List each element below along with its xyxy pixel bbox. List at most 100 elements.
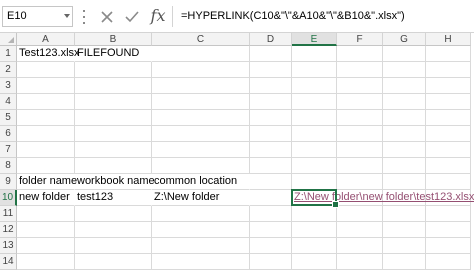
- name-box[interactable]: E10: [2, 6, 73, 27]
- cell-b12[interactable]: [75, 222, 152, 238]
- cell-b2[interactable]: [75, 62, 152, 78]
- column-header-g[interactable]: G: [383, 33, 426, 46]
- cell-b14[interactable]: [75, 254, 152, 270]
- cell-b5[interactable]: [75, 110, 152, 126]
- cell-e2[interactable]: [292, 62, 337, 78]
- cell-a1[interactable]: Test123.xlsx: [17, 46, 80, 62]
- cell-h11[interactable]: [426, 206, 471, 222]
- row-header-10[interactable]: 10: [0, 190, 17, 206]
- cell-b8[interactable]: [75, 158, 152, 174]
- cell-g3[interactable]: [383, 78, 426, 94]
- column-header-c[interactable]: C: [152, 33, 250, 46]
- cell-b13[interactable]: [75, 238, 152, 254]
- cell-f6[interactable]: [337, 126, 383, 142]
- cell-e4[interactable]: [292, 94, 337, 110]
- cell-f11[interactable]: [337, 206, 383, 222]
- row-header-11[interactable]: 11: [0, 206, 17, 222]
- cell-b4[interactable]: [75, 94, 152, 110]
- column-header-f[interactable]: F: [337, 33, 383, 46]
- cell-c12[interactable]: [152, 222, 250, 238]
- cell-g5[interactable]: [383, 110, 426, 126]
- cell-h9[interactable]: [426, 174, 471, 190]
- cell-c9[interactable]: common location: [152, 174, 250, 190]
- cell-f3[interactable]: [337, 78, 383, 94]
- cell-d11[interactable]: [250, 206, 292, 222]
- cell-f7[interactable]: [337, 142, 383, 158]
- cell-h6[interactable]: [426, 126, 471, 142]
- cell-a11[interactable]: [17, 206, 75, 222]
- cell-c2[interactable]: [152, 62, 250, 78]
- cell-d6[interactable]: [250, 126, 292, 142]
- cell-c8[interactable]: [152, 158, 250, 174]
- cell-e13[interactable]: [292, 238, 337, 254]
- cell-g11[interactable]: [383, 206, 426, 222]
- column-header-e[interactable]: E: [292, 33, 337, 46]
- cell-g8[interactable]: [383, 158, 426, 174]
- row-header-13[interactable]: 13: [0, 238, 17, 254]
- cell-c1[interactable]: [152, 46, 250, 62]
- cell-f9[interactable]: [337, 174, 383, 190]
- cell-d3[interactable]: [250, 78, 292, 94]
- cell-e8[interactable]: [292, 158, 337, 174]
- cell-a9[interactable]: folder name: [17, 174, 77, 190]
- enter-button[interactable]: [121, 7, 143, 27]
- column-header-d[interactable]: D: [250, 33, 292, 46]
- cell-a2[interactable]: [17, 62, 75, 78]
- spreadsheet-grid[interactable]: A B C D E F G H 1 Test123.xlsx FILEFOUND 2 3 4 5 6 7 8 9 fo…: [0, 33, 474, 270]
- cell-g14[interactable]: [383, 254, 426, 270]
- cell-e6[interactable]: [292, 126, 337, 142]
- row-header-4[interactable]: 4: [0, 94, 17, 110]
- cell-b3[interactable]: [75, 78, 152, 94]
- cell-e11[interactable]: [292, 206, 337, 222]
- row-header-7[interactable]: 7: [0, 142, 17, 158]
- formula-bar-grip-icon[interactable]: [83, 10, 86, 24]
- row-header-3[interactable]: 3: [0, 78, 17, 94]
- cell-g7[interactable]: [383, 142, 426, 158]
- cell-h5[interactable]: [426, 110, 471, 126]
- formula-input[interactable]: =HYPERLINK(C10&"\"&A10&"\"&B10&".xlsx"): [172, 6, 474, 27]
- cell-a4[interactable]: [17, 94, 75, 110]
- row-header-12[interactable]: 12: [0, 222, 17, 238]
- cell-b9[interactable]: workbook name: [75, 174, 155, 190]
- cell-c6[interactable]: [152, 126, 250, 142]
- name-box-dropdown-icon[interactable]: [64, 14, 70, 18]
- row-header-9[interactable]: 9: [0, 174, 17, 190]
- cell-g9[interactable]: [383, 174, 426, 190]
- cell-a5[interactable]: [17, 110, 75, 126]
- cell-a6[interactable]: [17, 126, 75, 142]
- cell-h14[interactable]: [426, 254, 471, 270]
- cell-f1[interactable]: [337, 46, 383, 62]
- cell-h1[interactable]: [426, 46, 471, 62]
- cell-g12[interactable]: [383, 222, 426, 238]
- cell-d4[interactable]: [250, 94, 292, 110]
- cell-a13[interactable]: [17, 238, 75, 254]
- row-header-8[interactable]: 8: [0, 158, 17, 174]
- cancel-button[interactable]: [96, 7, 118, 27]
- cell-h4[interactable]: [426, 94, 471, 110]
- row-header-6[interactable]: 6: [0, 126, 17, 142]
- cell-e1[interactable]: [292, 46, 337, 62]
- cell-d10[interactable]: [250, 190, 292, 206]
- cell-c11[interactable]: [152, 206, 250, 222]
- row-header-5[interactable]: 5: [0, 110, 17, 126]
- cell-a7[interactable]: [17, 142, 75, 158]
- cell-b1[interactable]: FILEFOUND: [75, 46, 152, 62]
- column-header-b[interactable]: B: [75, 33, 152, 46]
- cell-g4[interactable]: [383, 94, 426, 110]
- cell-c10[interactable]: Z:\New folder: [152, 190, 250, 206]
- cell-d14[interactable]: [250, 254, 292, 270]
- cell-d13[interactable]: [250, 238, 292, 254]
- cell-f8[interactable]: [337, 158, 383, 174]
- cell-f4[interactable]: [337, 94, 383, 110]
- cell-c14[interactable]: [152, 254, 250, 270]
- cell-f13[interactable]: [337, 238, 383, 254]
- cell-a3[interactable]: [17, 78, 75, 94]
- cell-d5[interactable]: [250, 110, 292, 126]
- cell-b10[interactable]: test123: [75, 190, 152, 206]
- cell-a14[interactable]: [17, 254, 75, 270]
- cell-d2[interactable]: [250, 62, 292, 78]
- column-header-a[interactable]: A: [17, 33, 75, 46]
- cell-c4[interactable]: [152, 94, 250, 110]
- cell-f2[interactable]: [337, 62, 383, 78]
- cell-f5[interactable]: [337, 110, 383, 126]
